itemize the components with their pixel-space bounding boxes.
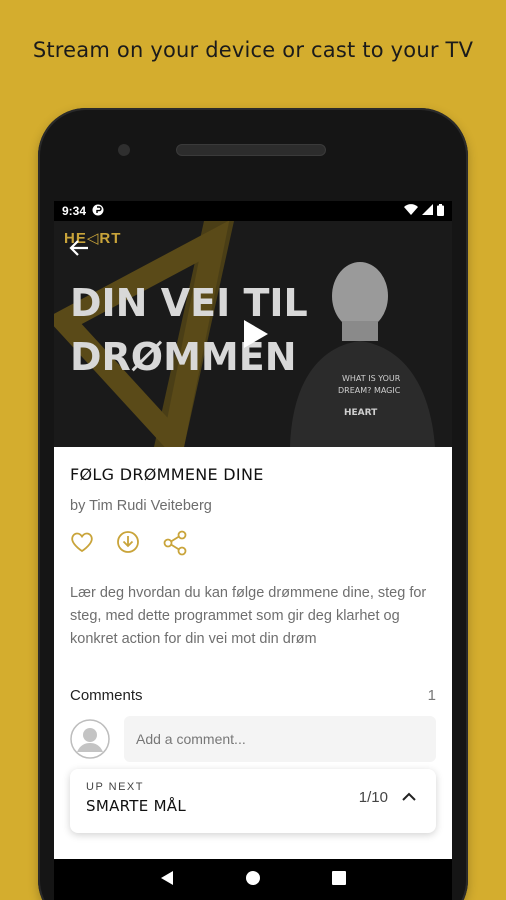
program-title: FØLG DRØMMENE DINE [70,465,264,484]
camera-dot [118,144,130,156]
play-icon[interactable] [242,319,270,354]
svg-text:WHAT IS YOUR: WHAT IS YOUR [342,374,401,383]
action-bar [70,530,436,556]
download-icon[interactable] [116,530,140,554]
comments-label: Comments [70,687,143,704]
program-author[interactable]: by Tim Rudi Veiteberg [70,498,436,514]
speaker-grille [176,144,326,156]
wifi-icon [404,204,418,218]
comment-input[interactable] [124,716,436,762]
nav-recents-icon[interactable] [332,870,347,890]
hero-title-line1: DIN VEI TIL [70,281,308,325]
up-next-position: 1/10 [358,789,388,806]
phone-frame: 9:34 HE◁RT WHAT IS YOUR DREAM? MAGIC HEA… [38,108,468,900]
video-hero[interactable]: HE◁RT WHAT IS YOUR DREAM? MAGIC HEART DI… [54,221,452,447]
heart-icon[interactable] [70,530,94,554]
share-icon[interactable] [162,530,187,556]
svg-text:DREAM? MAGIC: DREAM? MAGIC [338,386,401,395]
comments-count: 1 [427,687,436,704]
status-bar: 9:34 [54,201,452,221]
chevron-up-icon[interactable] [402,789,416,806]
back-arrow-icon[interactable] [68,237,90,264]
program-details: FØLG DRØMMENE DINE by Tim Rudi Veiteberg… [54,447,452,762]
battery-icon [437,203,444,219]
promo-headline: Stream on your device or cast to your TV [32,38,474,62]
up-next-meta: 1/10 [359,789,416,806]
up-next-card[interactable]: UP NEXT SMARTE MÅL 1/10 [70,769,436,833]
program-description: Lær deg hvordan du kan følge drømmene di… [70,585,427,647]
hero-title: DIN VEI TIL DRØMMEN [70,276,308,384]
status-time: 9:34 [62,204,87,218]
comments-header: Comments 1 [70,687,436,704]
system-nav-bar [54,859,452,900]
avatar-icon [70,719,110,759]
hero-title-line2: DRØMMEN [70,335,297,379]
comment-composer [70,716,436,762]
app-notification-icon [92,204,104,219]
svg-text:HEART: HEART [344,408,378,418]
nav-home-icon[interactable] [245,870,261,891]
signal-icon [422,204,433,218]
app-screen: 9:34 HE◁RT WHAT IS YOUR DREAM? MAGIC HEA… [54,201,452,900]
nav-back-icon[interactable] [160,870,174,891]
